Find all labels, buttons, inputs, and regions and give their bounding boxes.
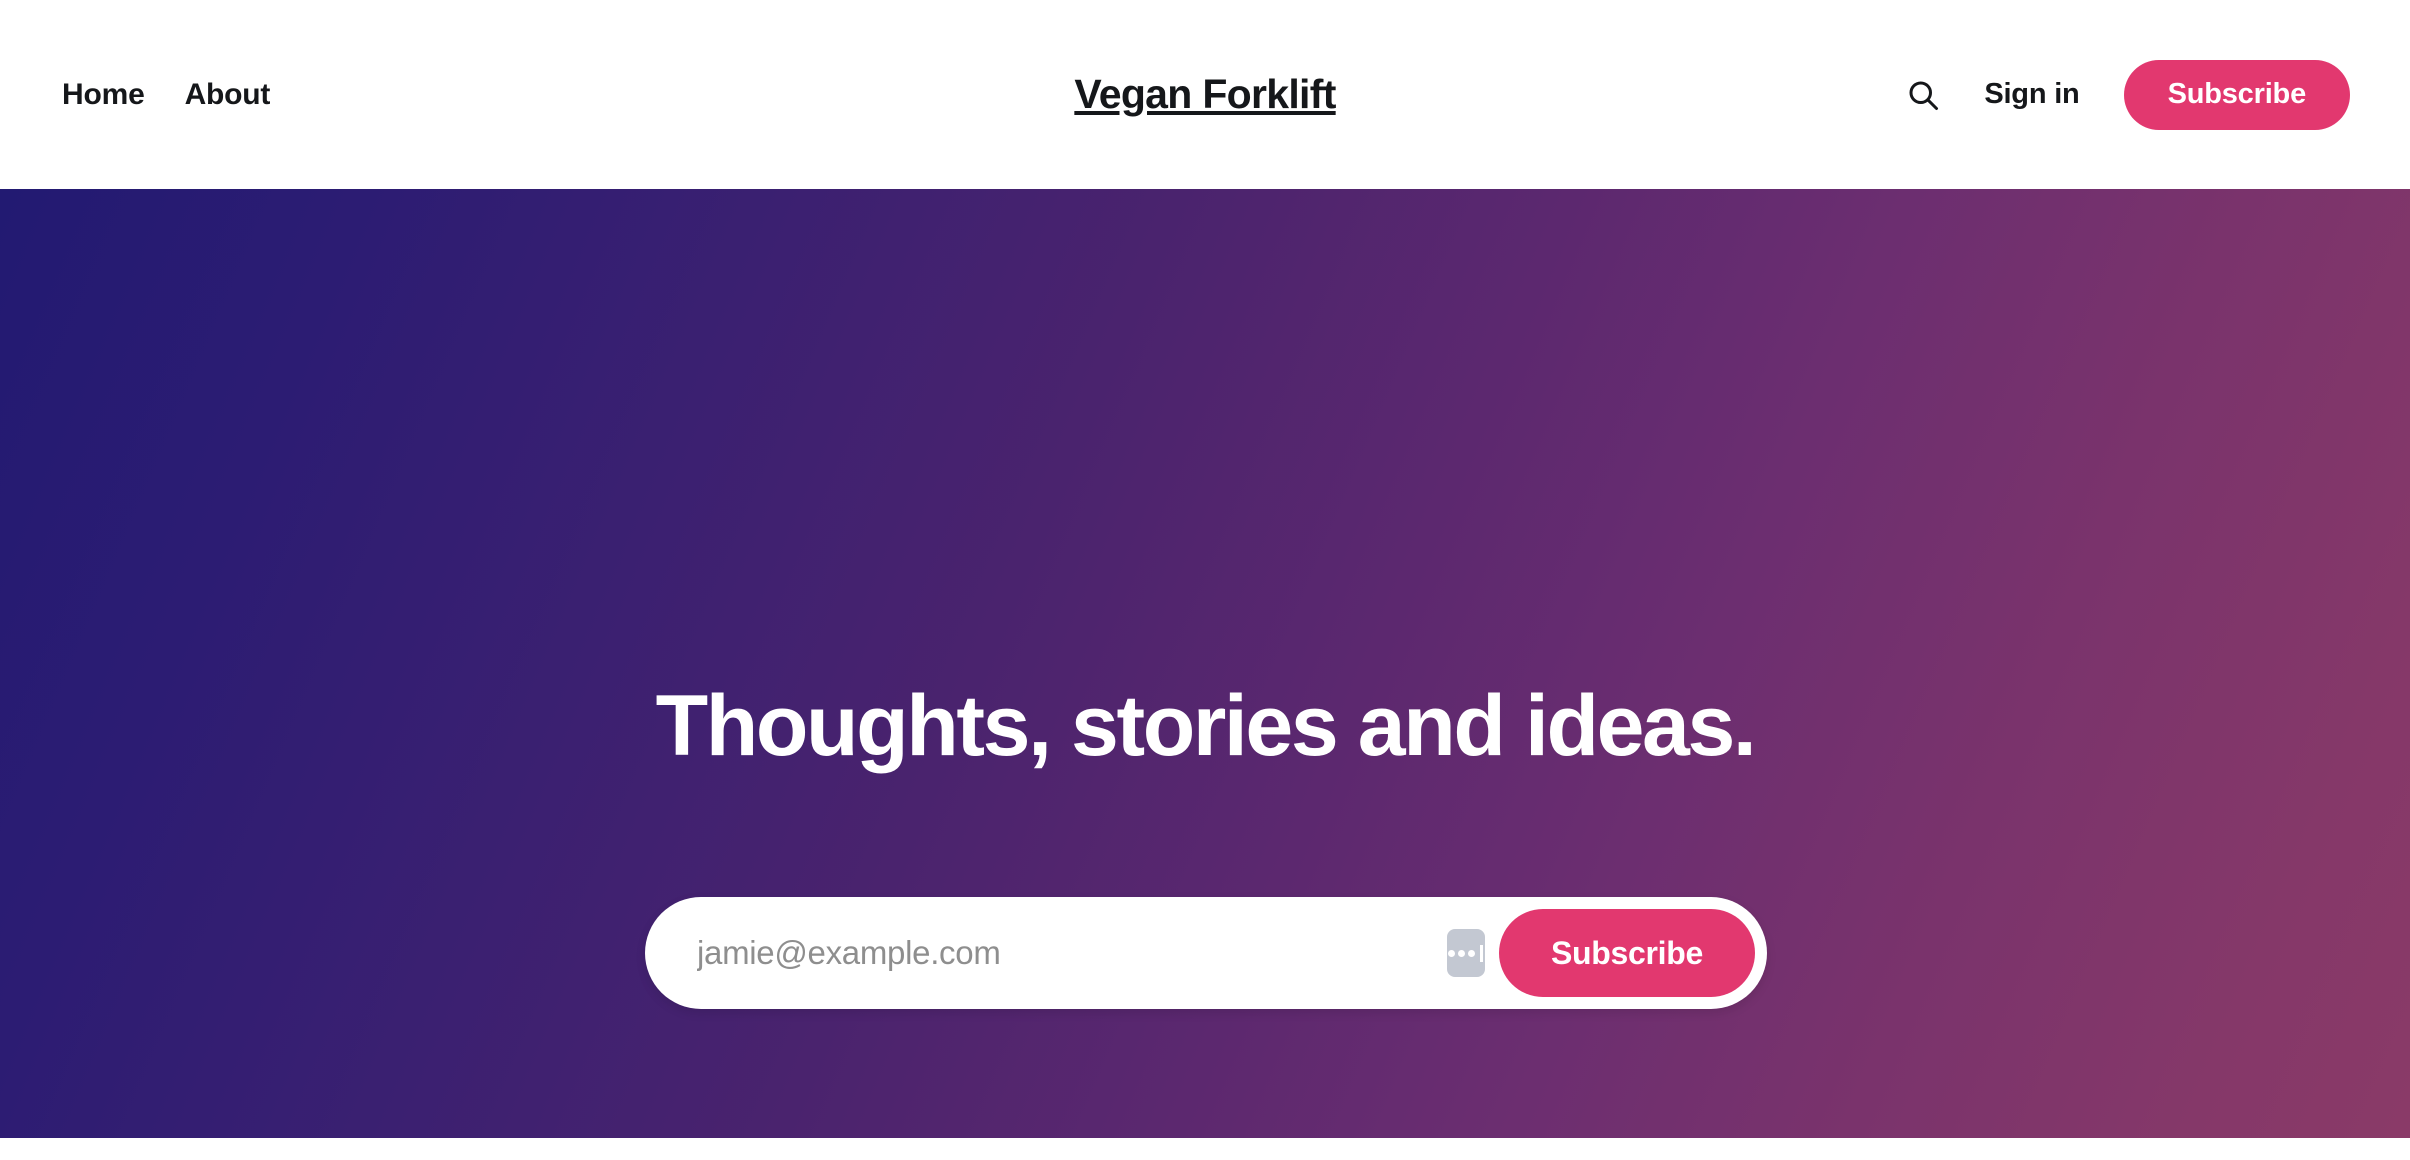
- search-icon: [1905, 77, 1941, 113]
- nav-item-about[interactable]: About: [185, 78, 271, 112]
- password-autofill-icon[interactable]: [1446, 929, 1485, 977]
- email-input[interactable]: [645, 897, 1447, 1009]
- autofill-caret: [1480, 944, 1484, 962]
- hero-subscribe-button[interactable]: Subscribe: [1498, 909, 1755, 997]
- hero-title: Thoughts, stories and ideas.: [655, 678, 1757, 774]
- autofill-dot: [1458, 949, 1466, 957]
- hero-section: Thoughts, stories and ideas. Subscribe: [0, 189, 2410, 1138]
- page-bottom-strip: [0, 1138, 2410, 1160]
- nav-item-home[interactable]: Home: [62, 78, 145, 112]
- search-button[interactable]: [1892, 64, 1954, 126]
- autofill-dot: [1468, 949, 1476, 957]
- header-subscribe-button[interactable]: Subscribe: [2123, 59, 2350, 130]
- autofill-dot: [1448, 949, 1456, 957]
- site-title[interactable]: Vegan Forklift: [1074, 71, 1336, 118]
- page-root: Home About Vegan Forklift Sign in Subscr…: [0, 0, 2410, 1160]
- subscribe-form: Subscribe: [645, 897, 1767, 1009]
- header-actions: Sign in Subscribe: [1892, 0, 2350, 189]
- sign-in-link[interactable]: Sign in: [1984, 78, 2079, 111]
- site-header: Home About Vegan Forklift Sign in Subscr…: [0, 0, 2410, 189]
- hero-content: Thoughts, stories and ideas. Subscribe: [0, 189, 2410, 1138]
- primary-navigation: Home About: [62, 0, 270, 189]
